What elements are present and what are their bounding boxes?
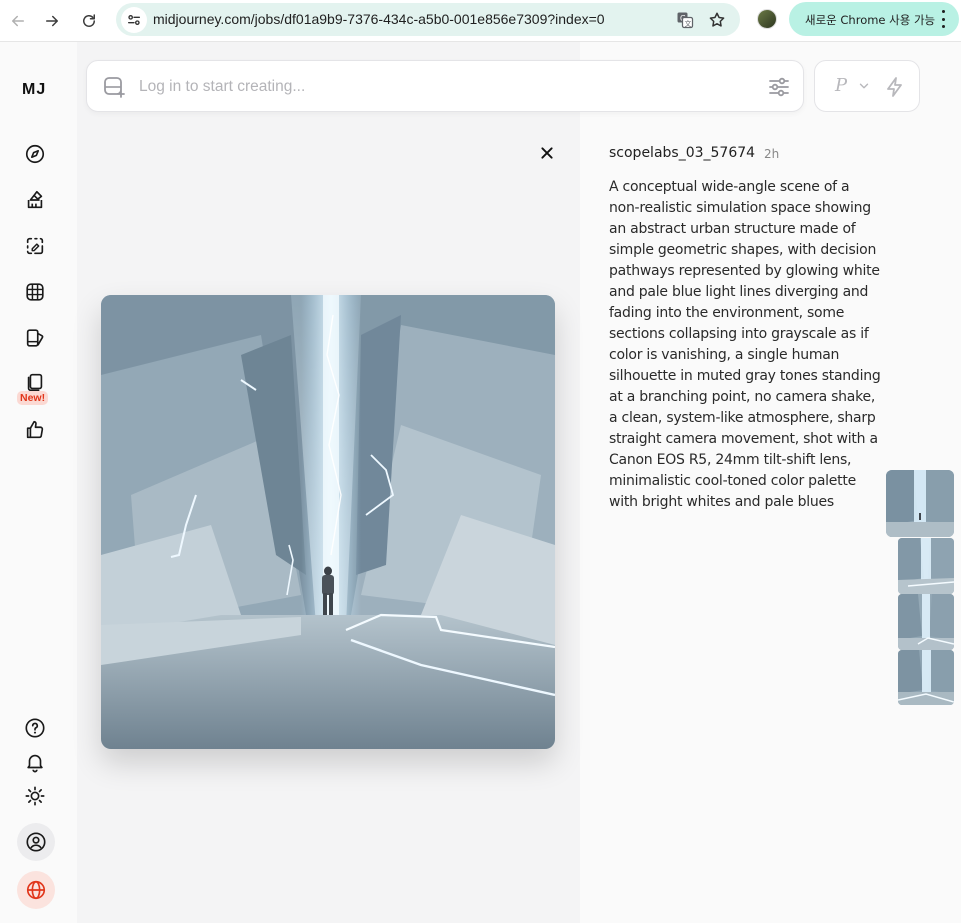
svg-text:文: 文 [685, 19, 692, 28]
arrow-left-icon [12, 15, 24, 27]
prompt-input[interactable] [139, 74, 739, 100]
close-icon [541, 147, 553, 159]
settings-sliders-icon[interactable] [767, 75, 791, 99]
url-text: midjourney.com/jobs/df01a9b9-7376-434c-a… [153, 11, 605, 27]
globe-icon [26, 880, 46, 900]
address-bar[interactable]: midjourney.com/jobs/df01a9b9-7376-434c-a… [116, 3, 740, 36]
language-button[interactable] [17, 871, 55, 909]
author-name[interactable]: scopelabs_03_57674 [609, 145, 755, 161]
help-icon [25, 718, 45, 738]
bell-icon [27, 754, 43, 773]
thumbnail-2[interactable] [898, 538, 954, 594]
lightning-icon[interactable] [883, 75, 907, 99]
back-button[interactable] [4, 7, 32, 35]
sun-icon [25, 786, 45, 806]
brush-icon [27, 190, 43, 209]
thumbnail-3[interactable] [898, 594, 954, 650]
forward-button[interactable] [38, 7, 66, 35]
arrow-right-icon [46, 15, 58, 27]
more-menu-icon[interactable] [939, 10, 947, 28]
reload-icon [83, 14, 95, 27]
chrome-update-label: 새로운 Chrome 사용 가능 [805, 13, 936, 27]
star-icon [709, 12, 725, 27]
reload-button[interactable] [75, 7, 103, 35]
sidebar-item-theme[interactable] [21, 782, 49, 810]
prompt-bar [86, 60, 804, 112]
bookmark-button[interactable] [706, 9, 728, 31]
sidebar-item-edit[interactable] [21, 232, 49, 260]
compass-icon [25, 144, 45, 164]
profile-avatar[interactable] [757, 9, 777, 29]
thumbs-up-icon [26, 420, 44, 439]
chrome-update-button[interactable]: 새로운 Chrome 사용 가능 [789, 2, 959, 36]
job-age: 2h [764, 147, 780, 161]
account-button[interactable] [17, 823, 55, 861]
mode-label: P [835, 75, 848, 96]
mode-selector[interactable]: P [814, 60, 920, 112]
new-badge: New! [17, 391, 49, 405]
thumbnail-1[interactable] [886, 470, 954, 537]
generated-image[interactable] [101, 295, 555, 749]
palette-icon [26, 329, 44, 347]
site-info-button[interactable] [121, 7, 147, 33]
sidebar-item-explore[interactable] [21, 140, 49, 168]
prompt-description: A conceptual wide-angle scene of a non-r… [609, 179, 881, 510]
user-circle-icon [26, 832, 46, 852]
sidebar-item-personalize[interactable] [21, 324, 49, 352]
tune-icon [127, 15, 140, 25]
chevron-down-icon [859, 83, 869, 89]
logo[interactable]: MJ [22, 81, 46, 99]
edit-selection-icon [26, 237, 44, 255]
grid-icon [26, 283, 44, 301]
sidebar-item-create[interactable] [21, 186, 49, 214]
sidebar: MJ New! [0, 42, 77, 923]
translate-icon: G文 [677, 12, 694, 29]
sidebar-item-rate[interactable] [21, 416, 49, 444]
add-image-icon[interactable] [102, 75, 126, 99]
cards-icon [27, 373, 43, 392]
sidebar-item-notifications[interactable] [21, 748, 49, 776]
thumbnail-4[interactable] [898, 650, 954, 705]
sidebar-item-organize[interactable] [21, 278, 49, 306]
browser-toolbar: midjourney.com/jobs/df01a9b9-7376-434c-a… [0, 0, 961, 42]
close-button[interactable] [535, 141, 559, 165]
sidebar-item-help[interactable] [21, 714, 49, 742]
translate-button[interactable]: G文 [674, 9, 696, 31]
